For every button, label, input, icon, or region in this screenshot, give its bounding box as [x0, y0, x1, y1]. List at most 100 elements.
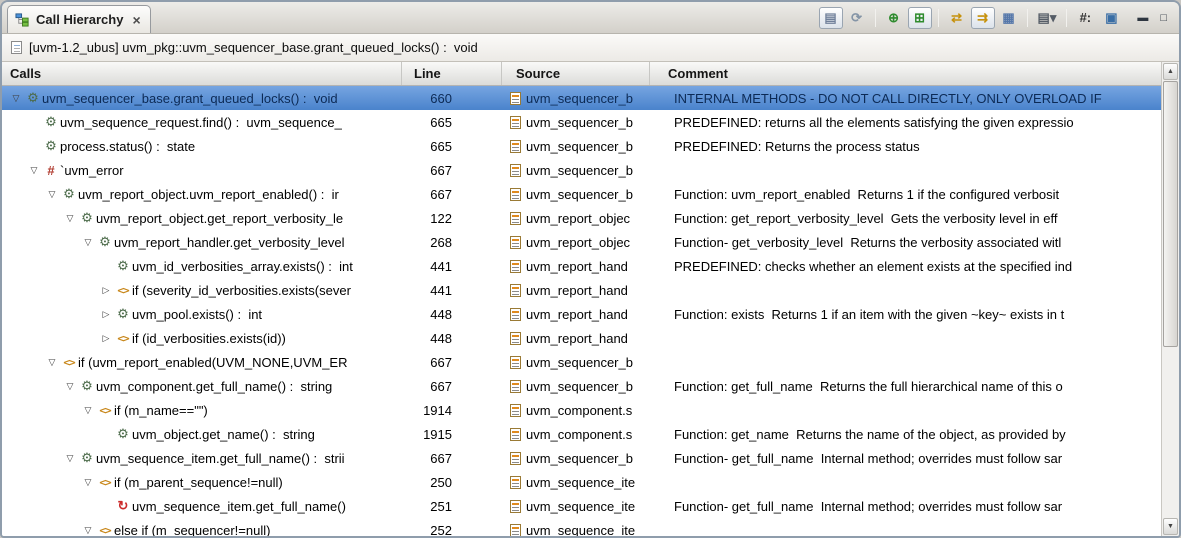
- table-row[interactable]: ▷<>if (severity_id_verbosities.exists(se…: [2, 278, 1161, 302]
- method-icon: ⚙: [96, 234, 114, 250]
- collapse-arrow-icon[interactable]: ▽: [44, 357, 60, 368]
- source-file-name: uvm_sequencer_b: [526, 139, 633, 154]
- maximize-button[interactable]: □: [1160, 12, 1167, 24]
- method-icon: ⚙: [78, 378, 96, 394]
- line-number: 667: [402, 182, 502, 206]
- open-new-view-button[interactable]: ▣: [1099, 7, 1123, 29]
- method-icon: ⚙: [24, 90, 42, 106]
- table-row[interactable]: ⚙uvm_sequence_request.find() : uvm_seque…: [2, 110, 1161, 134]
- table-row[interactable]: ↻uvm_sequence_item.get_full_name()251uvm…: [2, 494, 1161, 518]
- document-icon: [11, 41, 22, 54]
- expand-with-callees-button[interactable]: ⊞: [908, 7, 932, 29]
- indent-spacer: [8, 434, 98, 435]
- minimize-button[interactable]: ▬: [1137, 12, 1148, 24]
- source-file-name: uvm_sequencer_b: [526, 187, 633, 202]
- column-header-calls[interactable]: Calls: [2, 62, 402, 85]
- table-row[interactable]: ▷⚙uvm_pool.exists() : int448uvm_report_h…: [2, 302, 1161, 326]
- scroll-down-icon[interactable]: ▼: [1163, 518, 1178, 535]
- indent-spacer: [8, 194, 44, 195]
- refresh-button[interactable]: ⟳: [845, 7, 869, 29]
- tab-close-icon[interactable]: ×: [132, 13, 140, 27]
- table-row[interactable]: ⚙uvm_object.get_name() : string1915uvm_c…: [2, 422, 1161, 446]
- collapse-arrow-icon[interactable]: ▽: [80, 525, 96, 536]
- source-file-name: uvm_sequencer_b: [526, 163, 633, 178]
- table-row[interactable]: ▽⚙uvm_sequence_item.get_full_name() : st…: [2, 446, 1161, 470]
- scrollbar-track[interactable]: [1162, 347, 1179, 517]
- table-row[interactable]: ▷<>if (id_verbosities.exists(id))448uvm_…: [2, 326, 1161, 350]
- line-number: 1915: [402, 422, 502, 446]
- vertical-scrollbar[interactable]: ▲ ▼: [1161, 62, 1179, 536]
- source-cell: uvm_component.s: [502, 422, 650, 446]
- collapse-arrow-icon[interactable]: ▽: [80, 237, 96, 248]
- code-icon: <>: [60, 356, 78, 369]
- table-row[interactable]: ▽⚙uvm_sequencer_base.grant_queued_locks(…: [2, 86, 1161, 110]
- view-menu-button[interactable]: ▤▾: [1034, 7, 1061, 29]
- column-header-line[interactable]: Line: [402, 62, 502, 85]
- table-row[interactable]: ⚙uvm_id_verbosities_array.exists() : int…: [2, 254, 1161, 278]
- comment-cell: Function: get_report_verbosity_level Get…: [650, 206, 1161, 230]
- column-header-source[interactable]: Source: [502, 62, 650, 85]
- comment-cell: Function- get_verbosity_level Returns th…: [650, 230, 1161, 254]
- calls-cell: ▽⚙uvm_component.get_full_name() : string: [2, 374, 402, 398]
- table-row[interactable]: ⚙process.status() : state665uvm_sequence…: [2, 134, 1161, 158]
- expand-arrow-icon[interactable]: ▷: [98, 285, 114, 296]
- table-row[interactable]: ▽<>if (uvm_report_enabled(UVM_NONE,UVM_E…: [2, 350, 1161, 374]
- table-row[interactable]: ▽<>if (m_parent_sequence!=null)250uvm_se…: [2, 470, 1161, 494]
- line-number: 660: [402, 86, 502, 110]
- table-row[interactable]: ▽<>else if (m_sequencer!=null)252uvm_seq…: [2, 518, 1161, 536]
- collapse-arrow-icon[interactable]: ▽: [26, 165, 42, 176]
- show-as-table-button[interactable]: ▦: [997, 7, 1021, 29]
- method-icon: ⚙: [60, 186, 78, 202]
- table-row[interactable]: ▽#`uvm_error667uvm_sequencer_b: [2, 158, 1161, 182]
- source-file-name: uvm_report_hand: [526, 331, 628, 346]
- table-row[interactable]: ▽⚙uvm_report_handler.get_verbosity_level…: [2, 230, 1161, 254]
- calls-cell: ▽⚙uvm_report_object.get_report_verbosity…: [2, 206, 402, 230]
- collapse-arrow-icon[interactable]: ▽: [8, 93, 24, 104]
- line-number: 667: [402, 446, 502, 470]
- show-callers-button[interactable]: ⇄: [945, 7, 969, 29]
- sv-file-icon: [510, 332, 521, 345]
- source-cell: uvm_sequencer_b: [502, 158, 650, 182]
- qualified-names-button[interactable]: #:: [1073, 7, 1097, 29]
- hierarchy-root-header: [uvm-1.2_ubus] uvm_pkg::uvm_sequencer_ba…: [2, 34, 1179, 62]
- comment-cell: Function: exists Returns 1 if an item wi…: [650, 302, 1161, 326]
- source-cell: uvm_sequence_ite: [502, 470, 650, 494]
- table-row[interactable]: ▽⚙uvm_report_object.uvm_report_enabled()…: [2, 182, 1161, 206]
- line-number: 122: [402, 206, 502, 230]
- indent-spacer: [8, 266, 98, 267]
- table-row[interactable]: ▽⚙uvm_component.get_full_name() : string…: [2, 374, 1161, 398]
- table-row[interactable]: ▽⚙uvm_report_object.get_report_verbosity…: [2, 206, 1161, 230]
- scrollbar-thumb[interactable]: [1163, 81, 1178, 347]
- collapse-arrow-icon[interactable]: ▽: [62, 381, 78, 392]
- view-titlebar: Call Hierarchy × ▤⟳ ⊕⊞ ⇄⇉▦ ▤▾ #:▣ ▬ □: [2, 2, 1179, 34]
- show-callees-button[interactable]: ⇉: [971, 7, 995, 29]
- tab-call-hierarchy[interactable]: Call Hierarchy ×: [7, 5, 151, 33]
- calls-cell: ▽⚙uvm_report_object.uvm_report_enabled()…: [2, 182, 402, 206]
- comment-cell: Function- get_full_name Internal method;…: [650, 446, 1161, 470]
- collapse-arrow-icon[interactable]: ▽: [62, 213, 78, 224]
- scroll-up-icon[interactable]: ▲: [1163, 63, 1178, 80]
- table-row[interactable]: ▽<>if (m_name=="")1914uvm_component.s: [2, 398, 1161, 422]
- collapse-arrow-icon[interactable]: ▽: [62, 453, 78, 464]
- comment-cell: [650, 398, 1161, 422]
- calls-cell: ↻uvm_sequence_item.get_full_name(): [2, 494, 402, 518]
- collapse-arrow-icon[interactable]: ▽: [80, 477, 96, 488]
- call-label: `uvm_error: [60, 163, 124, 178]
- source-file-name: uvm_report_objec: [526, 235, 630, 250]
- pin-view-button[interactable]: ▤: [819, 7, 843, 29]
- call-label: uvm_report_object.get_report_verbosity_l…: [96, 211, 343, 226]
- comment-cell: Function: get_full_name Returns the full…: [650, 374, 1161, 398]
- indent-spacer: [8, 386, 62, 387]
- comment-cell: PREDEFINED: returns all the elements sat…: [650, 110, 1161, 134]
- method-icon: ⚙: [42, 138, 60, 154]
- collapse-arrow-icon[interactable]: ▽: [80, 405, 96, 416]
- expand-with-callers-button[interactable]: ⊕: [882, 7, 906, 29]
- call-label: uvm_object.get_name() : string: [132, 427, 315, 442]
- column-header-comment[interactable]: Comment: [650, 62, 1161, 85]
- source-cell: uvm_report_hand: [502, 326, 650, 350]
- expand-arrow-icon[interactable]: ▷: [98, 333, 114, 344]
- source-cell: uvm_sequencer_b: [502, 110, 650, 134]
- collapse-arrow-icon[interactable]: ▽: [44, 189, 60, 200]
- call-label: uvm_sequencer_base.grant_queued_locks() …: [42, 91, 338, 106]
- expand-arrow-icon[interactable]: ▷: [98, 309, 114, 320]
